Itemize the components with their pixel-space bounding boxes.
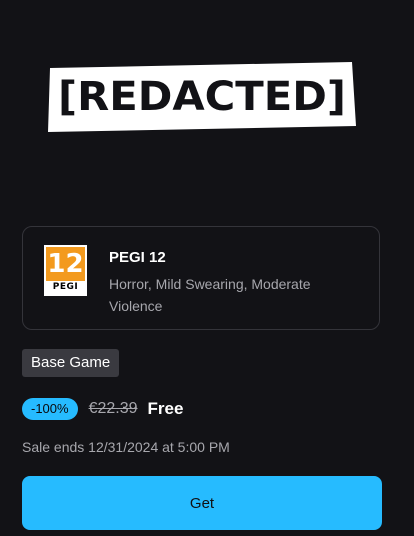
discount-badge: -100% [22, 398, 78, 420]
sale-end-date: Sale ends 12/31/2024 at 5:00 PM [22, 439, 230, 455]
pegi-rating-label: PEGI [52, 282, 79, 292]
pegi-rating-icon: 12 PEGI [44, 245, 87, 296]
final-price: Free [147, 399, 184, 418]
age-rating-card: 12 PEGI PEGI 12 Horror, Mild Swearing, M… [22, 226, 380, 330]
price-row: -100% €22.39 Free [22, 397, 183, 421]
game-logo-text: [REDACTED] [58, 74, 346, 120]
edition-tag: Base Game [22, 349, 120, 377]
rating-title: PEGI 12 [109, 249, 166, 266]
game-logo: [REDACTED] [46, 60, 358, 136]
product-sidebar: [REDACTED] 12 PEGI PEGI 12 Horror, Mild … [0, 0, 414, 536]
original-price: €22.39 [88, 400, 138, 417]
pegi-rating-number: 12 [46, 247, 85, 281]
get-button[interactable]: Get [22, 476, 382, 530]
rating-descriptors: Horror, Mild Swearing, Moderate Violence [109, 276, 311, 314]
